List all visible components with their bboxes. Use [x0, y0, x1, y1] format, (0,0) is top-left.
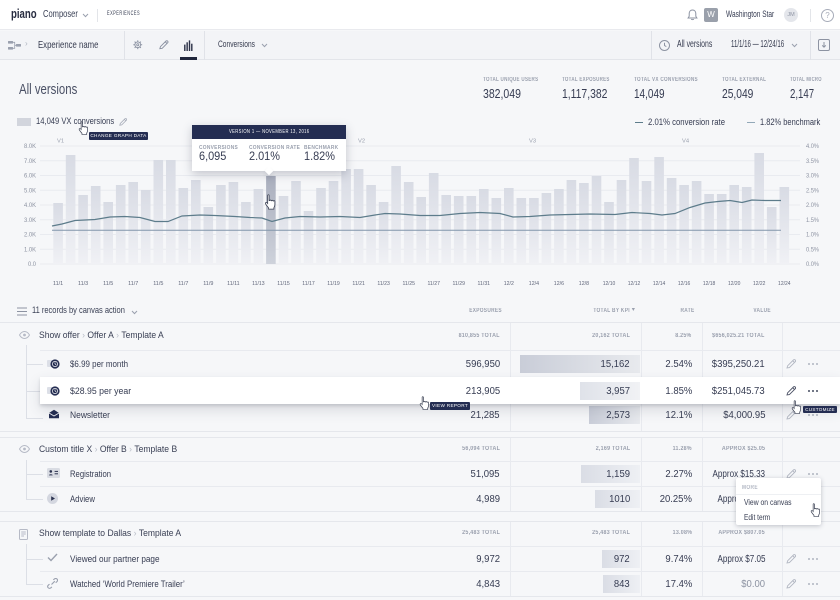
svg-text:1.0K: 1.0K	[24, 246, 37, 253]
svg-text:?: ?	[825, 11, 830, 20]
svg-text:4.0%: 4.0%	[806, 143, 819, 150]
svg-text:2.0K: 2.0K	[24, 232, 37, 239]
svg-text:2.0%: 2.0%	[806, 202, 819, 209]
svg-text:11/15: 11/15	[277, 281, 290, 287]
svg-text:V3: V3	[529, 139, 536, 145]
svg-text:0.0%: 0.0%	[806, 261, 819, 268]
svg-text:12/4: 12/4	[529, 281, 540, 287]
svg-text:11/13: 11/13	[252, 281, 265, 287]
svg-text:12/14: 12/14	[653, 281, 666, 287]
svg-text:V4: V4	[682, 139, 690, 145]
svg-text:0.5%: 0.5%	[806, 246, 819, 253]
svg-text:11/11: 11/11	[227, 281, 240, 287]
svg-text:V2: V2	[358, 139, 365, 145]
svg-text:11/7: 11/7	[178, 281, 188, 287]
svg-text:7.0K: 7.0K	[24, 158, 37, 165]
svg-text:3.0%: 3.0%	[806, 173, 819, 180]
svg-text:12/24: 12/24	[778, 281, 791, 287]
svg-text:11/3: 11/3	[78, 281, 88, 287]
svg-text:11/5: 11/5	[153, 281, 163, 287]
svg-text:11/1: 11/1	[53, 281, 63, 287]
svg-text:3.5%: 3.5%	[806, 158, 819, 165]
svg-text:12/10: 12/10	[603, 281, 616, 287]
svg-text:3.0K: 3.0K	[24, 217, 37, 224]
svg-text:6.0K: 6.0K	[24, 173, 37, 180]
svg-text:4.0K: 4.0K	[24, 202, 37, 209]
svg-text:1.5%: 1.5%	[806, 217, 819, 224]
svg-text:11/7: 11/7	[128, 281, 138, 287]
svg-text:11/19: 11/19	[327, 281, 340, 287]
svg-text:11/31: 11/31	[478, 281, 491, 287]
svg-text:0.0: 0.0	[28, 261, 37, 268]
svg-text:12/22: 12/22	[753, 281, 766, 287]
svg-text:12/18: 12/18	[703, 281, 716, 287]
svg-text:11/25: 11/25	[402, 281, 415, 287]
svg-text:11/27: 11/27	[427, 281, 440, 287]
svg-text:12/20: 12/20	[728, 281, 741, 287]
svg-text:11/21: 11/21	[352, 281, 365, 287]
svg-text:12/16: 12/16	[678, 281, 691, 287]
svg-text:12/2: 12/2	[504, 281, 514, 287]
svg-text:11/5: 11/5	[103, 281, 113, 287]
svg-text:8.0K: 8.0K	[24, 143, 37, 150]
svg-text:12/6: 12/6	[554, 281, 564, 287]
svg-text:2.5%: 2.5%	[806, 187, 819, 194]
svg-text:11/9: 11/9	[203, 281, 213, 287]
svg-text:V1: V1	[57, 139, 64, 145]
svg-text:11/23: 11/23	[377, 281, 390, 287]
svg-text:12/12: 12/12	[628, 281, 641, 287]
svg-text:11/17: 11/17	[302, 281, 315, 287]
svg-text:5.0K: 5.0K	[24, 187, 37, 194]
svg-text:12/8: 12/8	[579, 281, 589, 287]
svg-text:11/29: 11/29	[452, 281, 465, 287]
svg-text:1.0%: 1.0%	[806, 232, 819, 239]
